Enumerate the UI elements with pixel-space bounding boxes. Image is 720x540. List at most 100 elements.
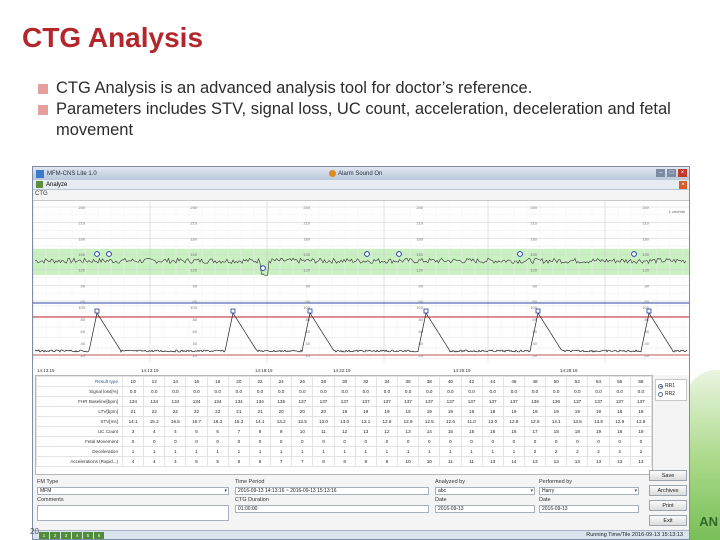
table-row: Accelerations (Rapid...) 4 4 4 5 5 6 6 7 7 8 8 8 9 10 1… <box>36 456 653 467</box>
table-cell: 0 <box>375 436 399 447</box>
fhr-tick-label: 210 <box>416 221 423 226</box>
table-cell: 15 <box>439 426 462 437</box>
table-cell: 18 <box>481 406 504 417</box>
table-cell: 22 <box>143 406 166 417</box>
table-cell: 16.5 <box>164 416 187 427</box>
table-row: FHR Baseline[bpm] 134 134 134 134 134 134 134 13… <box>36 396 653 407</box>
performed-date-field[interactable]: 2016-09-13 <box>539 505 639 513</box>
table-cell: 0.0 <box>587 386 610 397</box>
table-cell: 21 <box>227 406 250 417</box>
tab-close-icon[interactable]: × <box>679 181 687 189</box>
uc-tick-label: 100 <box>416 305 423 310</box>
table-cell: 2 <box>629 446 653 457</box>
page-button[interactable]: 1 <box>39 532 49 539</box>
uc-peak-marker-icon <box>230 308 236 314</box>
analyzed-by-select[interactable]: abc <box>435 487 535 495</box>
table-cell: 0 <box>587 436 610 447</box>
radio-dot-icon <box>658 391 663 397</box>
table-cell: 10 <box>121 376 145 387</box>
table-cell: 15.3 <box>227 416 250 427</box>
ctg-trace-svg: 240 240 240 240 240 240 210 210 210 210 210 210 180 1… <box>33 201 689 373</box>
table-cell: 19 <box>523 406 547 417</box>
uc-peak-marker-icon <box>423 308 429 314</box>
maximize-icon[interactable]: □ <box>667 169 676 177</box>
table-cell: 0.0 <box>312 386 335 397</box>
analyzed-date-field[interactable]: 2016-09-13 <box>435 505 535 513</box>
fm-type-select[interactable]: MFM <box>37 487 229 495</box>
exit-button[interactable]: Exit <box>649 515 687 526</box>
table-cell: 13 <box>481 456 504 467</box>
table-cell: 2 <box>587 446 610 457</box>
tab-analyze[interactable]: Analyze <box>46 182 67 188</box>
date-label: Date <box>539 497 551 503</box>
table-cell: 16 <box>185 376 208 387</box>
uc-tick-label: 100 <box>78 305 85 310</box>
table-cell: 56 <box>608 376 631 387</box>
table-cell: 44 <box>481 376 504 387</box>
table-cell: 18 <box>608 406 631 417</box>
table-cell: 1 <box>121 446 145 457</box>
print-button[interactable]: Print <box>649 500 687 511</box>
archives-button[interactable]: Archives <box>649 485 687 496</box>
page-button[interactable]: 4 <box>72 532 82 539</box>
bullet-item: CTG Analysis is an advanced analysis too… <box>38 78 698 99</box>
table-cell: 2 <box>608 446 631 457</box>
app-icon <box>36 169 44 178</box>
comments-textarea[interactable] <box>37 505 229 521</box>
table-cell: 135 <box>270 396 293 407</box>
save-button[interactable]: Save <box>649 470 687 481</box>
table-cell: 134 <box>185 396 208 407</box>
close-icon[interactable]: × <box>678 169 687 177</box>
row-header: Fetal Movement <box>36 436 123 447</box>
event-marker-icon <box>364 251 370 257</box>
date-label: Date <box>435 497 447 503</box>
table-cell: 1 <box>248 446 272 457</box>
table-cell: 14 <box>164 376 187 387</box>
table-cell: 18 <box>206 376 229 387</box>
table-cell: 0 <box>608 436 631 447</box>
table-cell: 21 <box>121 406 145 417</box>
fhr-tick-label: 120 <box>416 268 423 273</box>
table-cell: 12.6 <box>523 416 547 427</box>
uc-tick-label: 60 <box>533 329 538 334</box>
row-header: FHR Baseline[bpm] <box>36 396 123 407</box>
event-marker-icon <box>631 251 637 257</box>
table-cell: 19 <box>502 406 525 417</box>
bullet-text: CTG Analysis is an advanced analysis too… <box>56 79 533 97</box>
performed-by-select[interactable]: Harry <box>539 487 639 495</box>
page-button[interactable]: 2 <box>50 532 60 539</box>
fhr-tick-label: 240 <box>303 205 310 210</box>
table-cell: 20 <box>270 406 293 417</box>
ctg-trace-panel[interactable]: 240 240 240 240 240 240 210 210 210 210 210 210 180 1… <box>33 200 689 375</box>
table-cell: 16 <box>481 426 504 437</box>
time-period-field[interactable]: 2016-09-13 14:13:16 ~ 2016-09-13 15:13:1… <box>235 487 429 495</box>
table-cell: 0 <box>248 436 272 447</box>
table-cell: 20 <box>312 406 335 417</box>
time-axis-label: 14:13:15 <box>37 368 55 373</box>
uc-tick-label: 80 <box>419 317 424 322</box>
alarm-indicator[interactable]: Alarm Sound On <box>329 170 382 177</box>
table-cell: 0.0 <box>460 386 483 397</box>
table-cell: 11 <box>460 456 483 467</box>
ctg-duration-field[interactable]: 01:00:00 <box>235 505 429 513</box>
table-cell: 0 <box>333 436 356 447</box>
status-text: Running Time/Tile 2016-09-13 15:13:13 <box>586 532 683 538</box>
row-header: Accelerations (Rapid...) <box>36 456 123 467</box>
table-cell: 10 <box>291 426 314 437</box>
time-axis-label: 14:28:19 <box>560 368 578 373</box>
table-row: Deceleration 1 1 1 1 1 1 1 1 1 1 1 1 1 1 1 1 1 1 1 2 2 2 2 2 2 <box>36 446 653 457</box>
bullet-text: Parameters includes STV, signal loss, UC… <box>56 100 671 139</box>
page-button[interactable]: 3 <box>61 532 71 539</box>
table-cell: 0.0 <box>185 386 208 397</box>
time-axis-label: 14:19:19 <box>255 368 273 373</box>
analyzed-by-label: Analyzed by <box>435 479 465 485</box>
radio-rr1[interactable]: RR1 <box>658 382 684 390</box>
table-cell: 34 <box>375 376 399 387</box>
radio-rr2[interactable]: RR2 <box>658 390 684 398</box>
minimize-icon[interactable]: – <box>656 169 665 177</box>
table-cell: 8 <box>248 426 272 437</box>
table-cell: 13 <box>587 456 610 467</box>
page-button[interactable]: 5 <box>83 532 93 539</box>
page-button[interactable]: 6 <box>94 532 104 539</box>
fhr-tick-label: 90 <box>533 283 538 288</box>
